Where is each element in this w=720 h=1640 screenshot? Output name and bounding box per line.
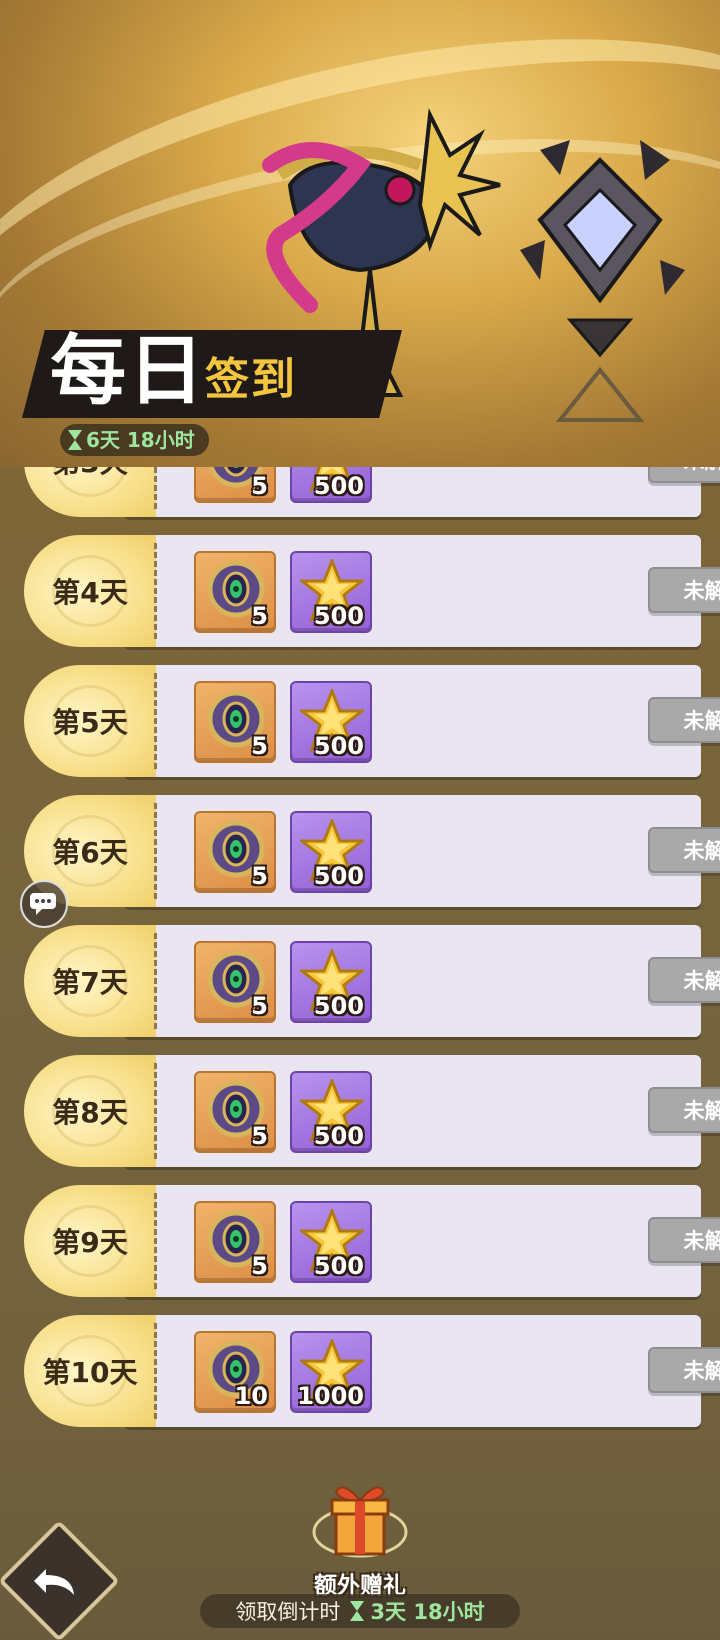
reward-item-medallion[interactable]: 5 (194, 941, 276, 1023)
row-divider (154, 1063, 157, 1159)
reward-count: 500 (313, 1252, 364, 1280)
day-label: 第8天 (52, 1096, 128, 1129)
row-divider (154, 543, 157, 639)
reward-count: 500 (313, 602, 364, 630)
header-banner: 每日 签到 6天 18小时 (0, 0, 720, 467)
reward-count: 500 (313, 732, 364, 760)
reward-item-star[interactable]: 500 (290, 1201, 372, 1283)
reward-item-star[interactable]: 500 (290, 941, 372, 1023)
reward-count: 5 (251, 472, 268, 500)
row-divider (154, 1193, 157, 1289)
reward-item-star[interactable]: 1000 (290, 1331, 372, 1413)
day-label-badge: 第4天 (24, 535, 156, 647)
reward-count: 500 (313, 472, 364, 500)
day-card: 5 500 未解锁 (124, 1055, 720, 1167)
day-card: 5 500 未解锁 (124, 665, 720, 777)
event-timer: 6天 18小时 (60, 424, 209, 456)
day-label: 第10天 (42, 1356, 138, 1389)
row-divider (154, 803, 157, 899)
locked-button[interactable]: 未解锁 (648, 567, 720, 613)
reward-item-star[interactable]: 500 (290, 467, 372, 503)
day-card: 5 500 未解锁 (124, 467, 720, 517)
day-row: 10 1000 未解锁 第10天 (24, 1315, 720, 1427)
day-label-badge: 第10天 (24, 1315, 156, 1427)
row-divider (154, 673, 157, 769)
reward-count: 500 (313, 1122, 364, 1150)
reward-item-star[interactable]: 500 (290, 811, 372, 893)
reward-count: 500 (313, 992, 364, 1020)
day-row: 5 500 未解锁 第8天 (24, 1055, 720, 1167)
reward-item-medallion[interactable]: 5 (194, 467, 276, 503)
day-row: 5 500 未解锁 第3天 (24, 467, 720, 517)
checkin-list[interactable]: 5500未解锁第3天5500未解锁第4天5500未解锁第5天5500未解锁第6天… (0, 467, 720, 1467)
day-card: 5 500 未解锁 (124, 795, 720, 907)
day-card: 5 500 未解锁 (124, 925, 720, 1037)
locked-button[interactable]: 未解锁 (648, 957, 720, 1003)
reward-item-medallion[interactable]: 5 (194, 811, 276, 893)
day-row: 5 500 未解锁 第7天 (24, 925, 720, 1037)
reward-count: 5 (251, 992, 268, 1020)
locked-button[interactable]: 未解锁 (648, 467, 720, 483)
day-label: 第6天 (52, 836, 128, 869)
reward-item-star[interactable]: 500 (290, 551, 372, 633)
gift-box-icon[interactable] (312, 1474, 408, 1566)
day-card: 10 1000 未解锁 (124, 1315, 720, 1427)
reward-count: 5 (251, 732, 268, 760)
reward-item-star[interactable]: 500 (290, 1071, 372, 1153)
reward-item-medallion[interactable]: 10 (194, 1331, 276, 1413)
day-row: 5 500 未解锁 第5天 (24, 665, 720, 777)
reward-item-star[interactable]: 500 (290, 681, 372, 763)
hourglass-icon (350, 1601, 365, 1621)
reward-count: 1000 (297, 1382, 364, 1410)
reward-count: 5 (251, 862, 268, 890)
gift-countdown: 领取倒计时 3天 18小时 (200, 1594, 520, 1628)
day-label: 第3天 (52, 467, 127, 481)
day-label-badge: 第9天 (24, 1185, 156, 1297)
day-label-badge: 第3天 (24, 467, 156, 517)
reward-item-medallion[interactable]: 5 (194, 681, 276, 763)
reward-count: 500 (313, 862, 364, 890)
reward-count: 5 (251, 1122, 268, 1150)
day-row: 5 500 未解锁 第4天 (24, 535, 720, 647)
day-row: 5 500 未解锁 第9天 (24, 1185, 720, 1297)
day-label: 第5天 (52, 706, 128, 739)
day-label-badge: 第7天 (24, 925, 156, 1037)
day-label: 第7天 (52, 966, 128, 999)
day-label-badge: 第8天 (24, 1055, 156, 1167)
day-label: 第4天 (52, 576, 128, 609)
reward-item-medallion[interactable]: 5 (194, 1201, 276, 1283)
day-label: 第9天 (52, 1226, 128, 1259)
page-title: 每日 (50, 326, 206, 415)
row-divider (154, 933, 157, 1029)
locked-button[interactable]: 未解锁 (648, 1347, 720, 1393)
row-divider (154, 467, 157, 509)
locked-button[interactable]: 未解锁 (648, 1087, 720, 1133)
day-row: 5 500 未解锁 第6天 (24, 795, 720, 907)
chat-button[interactable] (20, 880, 68, 928)
day-card: 5 500 未解锁 (124, 535, 720, 647)
hourglass-icon (68, 430, 82, 450)
reward-count: 5 (251, 602, 268, 630)
day-card: 5 500 未解锁 (124, 1185, 720, 1297)
countdown-time-text: 3天 18小时 (370, 1600, 485, 1624)
locked-button[interactable]: 未解锁 (648, 1217, 720, 1263)
reward-item-medallion[interactable]: 5 (194, 1071, 276, 1153)
day-label-badge: 第5天 (24, 665, 156, 777)
row-divider (154, 1323, 157, 1419)
page-subtitle: 签到 (205, 354, 297, 405)
countdown-time: 3天 18小时 (350, 1596, 485, 1626)
locked-button[interactable]: 未解锁 (648, 827, 720, 873)
reward-item-medallion[interactable]: 5 (194, 551, 276, 633)
locked-button[interactable]: 未解锁 (648, 697, 720, 743)
chat-bubble-icon (30, 893, 56, 915)
reward-count: 5 (251, 1252, 268, 1280)
reward-count: 10 (234, 1382, 268, 1410)
crystal-artwork (520, 140, 685, 422)
event-timer-text: 6天 18小时 (86, 428, 195, 452)
countdown-label: 领取倒计时 (235, 1600, 341, 1624)
